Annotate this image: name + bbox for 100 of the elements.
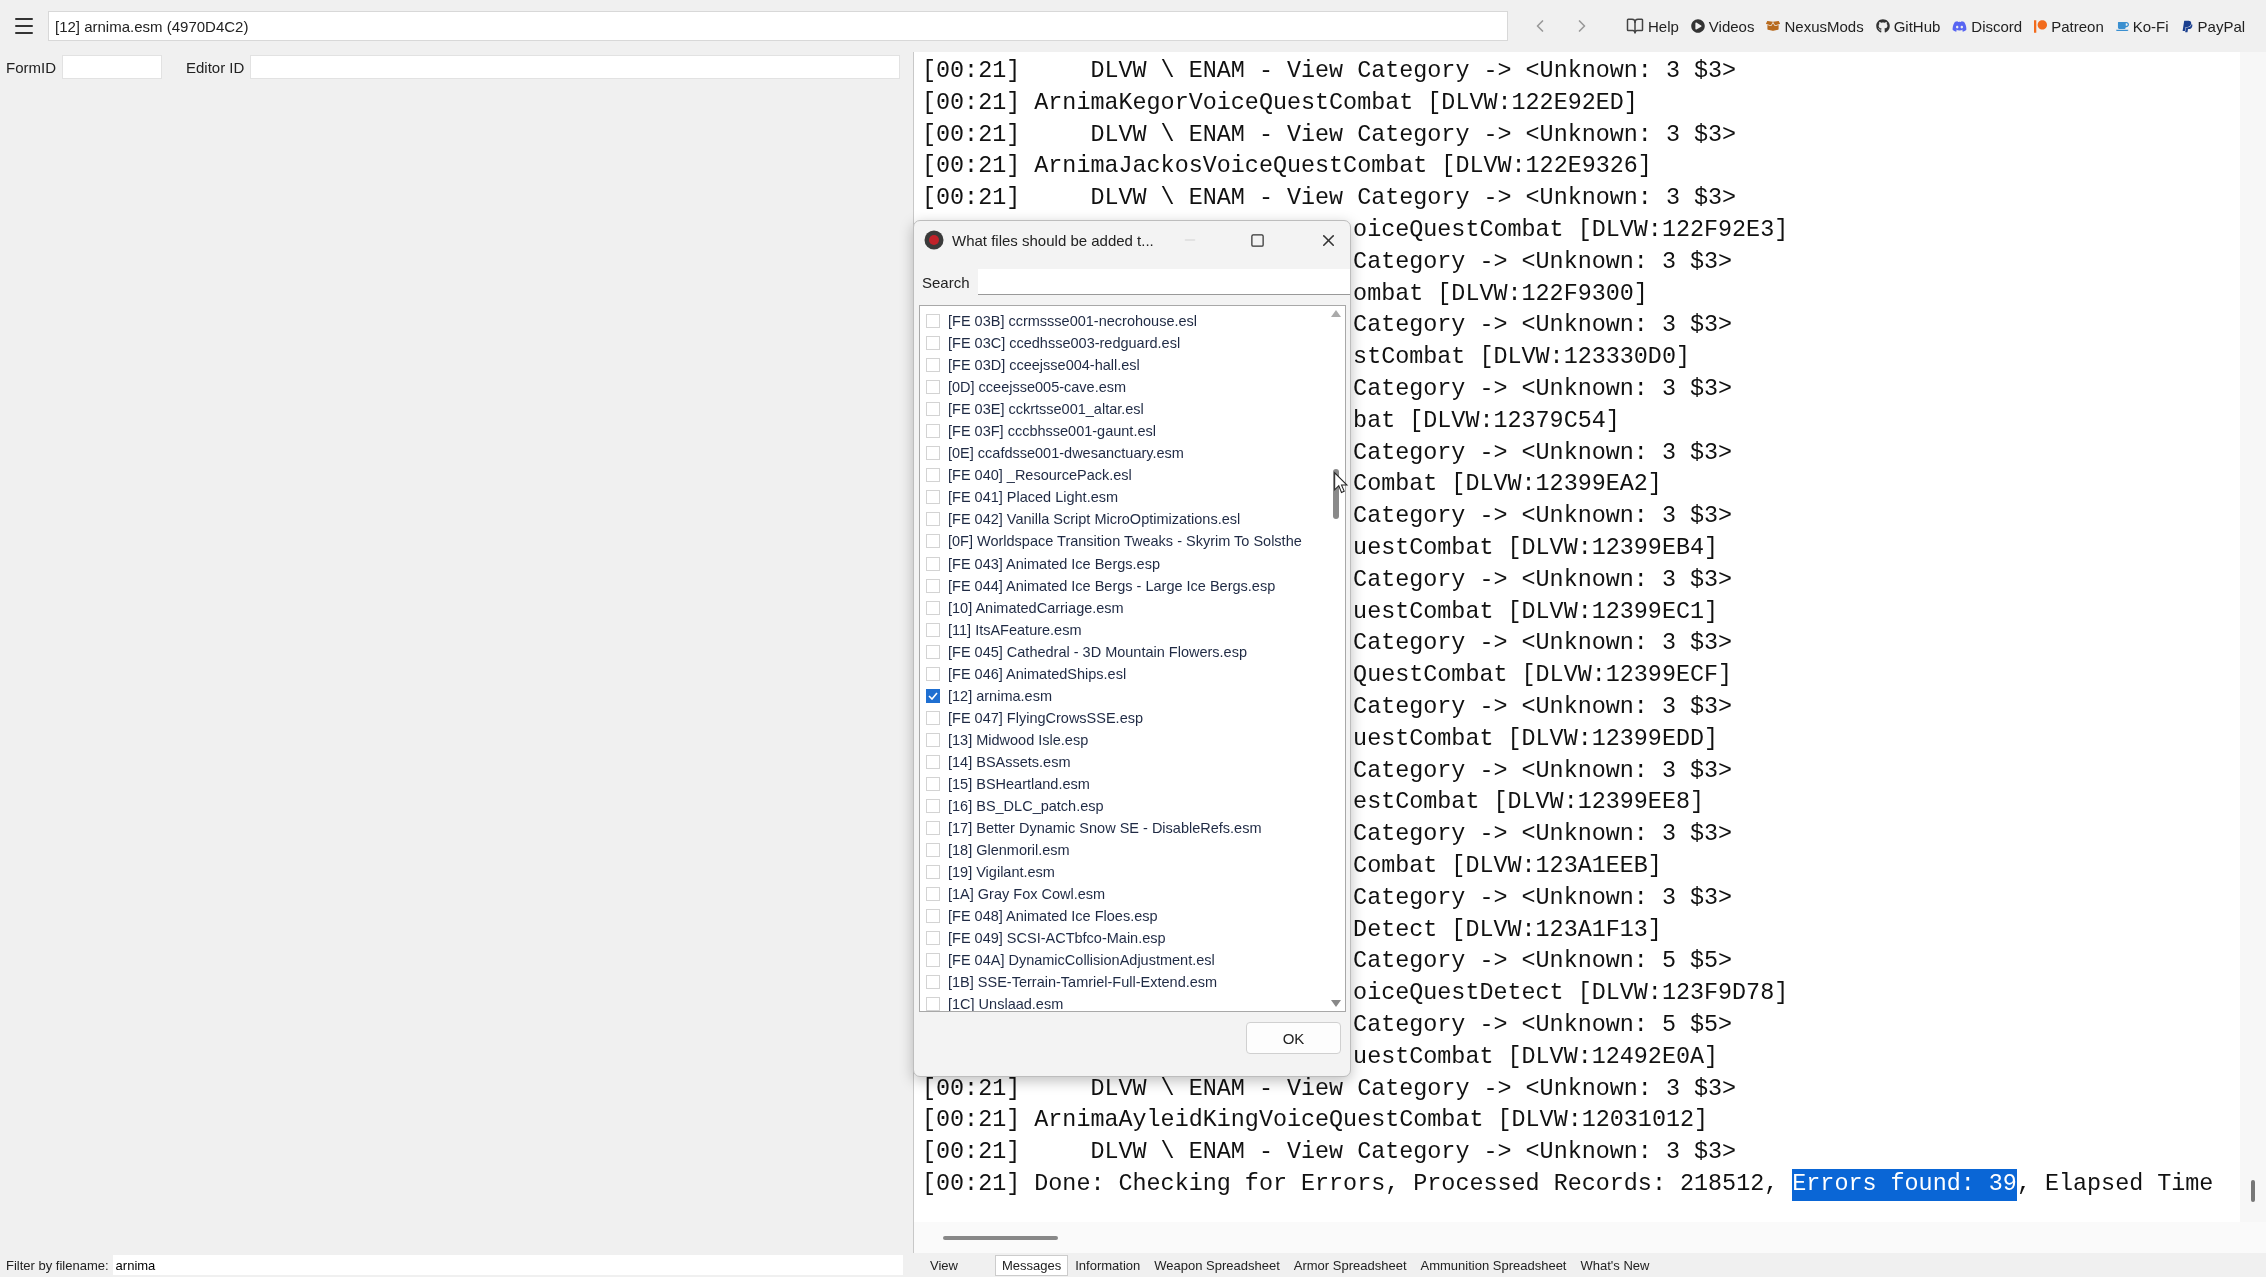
- log-line: Category -> <Unknown: 5 $5>: [1353, 1010, 1733, 1040]
- file-list-item[interactable]: [10] AnimatedCarriage.esm: [920, 596, 1327, 619]
- toolbar-link[interactable]: NexusMods: [1766, 17, 1864, 35]
- log-line: Category -> <Unknown: 3 $3>: [1353, 883, 1733, 913]
- book-icon: [1626, 17, 1644, 35]
- file-list-item[interactable]: [1B] SSE-Terrain-Tamriel-Full-Extend.esm: [920, 971, 1327, 994]
- file-list-item[interactable]: [17] Better Dynamic Snow SE - DisableRefs.esm: [920, 817, 1327, 840]
- file-list-item[interactable]: [FE 043] Animated Ice Bergs.esp: [920, 552, 1327, 575]
- file-list-item[interactable]: [0E] ccafdsse001-dwesanctuary.esm: [920, 442, 1327, 465]
- file-list-item[interactable]: [FE 044] Animated Ice Bergs - Large Ice Bergs.esp: [920, 574, 1327, 597]
- toolbar-link[interactable]: PayPal: [2180, 17, 2246, 35]
- toolbar-link[interactable]: Ko-Fi: [2115, 17, 2169, 35]
- file-list-item[interactable]: [FE 03C] ccedhsse003-redguard.esl: [920, 332, 1327, 355]
- log-line: Combat [DLVW:123A1EEB]: [1353, 851, 1662, 881]
- log-line: Category -> <Unknown: 3 $3>: [1353, 820, 1733, 850]
- tab[interactable]: View: [923, 1254, 965, 1276]
- file-list-item[interactable]: [0D] cceejsse005-cave.esm: [920, 376, 1327, 399]
- log-line: QuestCombat [DLVW:12399ECF]: [1353, 661, 1733, 691]
- log-line: [00:21] DLVW \ ENAM - View Category -> <Unknown: 3 $3>: [922, 57, 1737, 86]
- form-id-field[interactable]: [62, 55, 162, 79]
- file-list-item[interactable]: [FE 042] Vanilla Script MicroOptimizations.esl: [920, 508, 1327, 531]
- log-line: uestCombat [DLVW:12492E0A]: [1353, 1042, 1719, 1072]
- cup-icon: [2115, 19, 2129, 33]
- scrollbar-thumb[interactable]: [943, 1235, 1058, 1240]
- toolbar-link[interactable]: Videos: [1690, 17, 1755, 35]
- tab[interactable]: Ammunition Spreadsheet: [1413, 1254, 1574, 1276]
- file-list-item[interactable]: [19] Vigilant.esm: [920, 861, 1327, 884]
- file-list-item[interactable]: [11] ItsAFeature.esm: [920, 618, 1327, 641]
- log-line: estCombat [DLVW:12399EE8]: [1353, 788, 1704, 818]
- log-line: uestCombat [DLVW:12399EC1]: [1353, 597, 1719, 627]
- file-list-item[interactable]: [FE 049] SCSI-ACTbfco-Main.esp: [920, 927, 1327, 950]
- toolbar-link[interactable]: Help: [1626, 17, 1679, 35]
- file-list-item[interactable]: [FE 046] AnimatedShips.esl: [920, 662, 1327, 685]
- filter-field[interactable]: arnima: [112, 1255, 903, 1275]
- paypal-icon: [2180, 19, 2194, 33]
- file-list-item[interactable]: [FE 03E] cckrtsse001_altar.esl: [920, 398, 1327, 421]
- search-label: Search: [922, 273, 970, 291]
- log-line: Combat [DLVW:12399EA2]: [1353, 470, 1662, 500]
- file-list-item[interactable]: [1A] Gray Fox Cowl.esm: [920, 883, 1327, 906]
- log-line: Detect [DLVW:123A1F13]: [1353, 915, 1662, 945]
- record-field[interactable]: [12] arnima.esm (4970D4C2): [48, 11, 1508, 41]
- tab[interactable]: Messages: [994, 1254, 1069, 1276]
- file-list-item[interactable]: [16] BS_DLC_patch.esp: [920, 795, 1327, 818]
- log-line: [00:21] ArnimaAyleidKingVoiceQuestCombat [DLVW:12031012]: [922, 1106, 1709, 1136]
- log-line: bat [DLVW:12379C54]: [1353, 406, 1620, 436]
- file-list-item[interactable]: [14] BSAssets.esm: [920, 750, 1327, 773]
- file-list-item[interactable]: [FE 041] Placed Light.esm: [920, 486, 1327, 509]
- toolbar-link[interactable]: GitHub: [1875, 17, 1941, 35]
- file-list-item[interactable]: [FE 04A] DynamicCollisionAdjustment.esl: [920, 949, 1327, 972]
- file-list-item[interactable]: [FE 045] Cathedral - 3D Mountain Flowers.esp: [920, 640, 1327, 663]
- patreon-icon: [2034, 19, 2048, 33]
- file-list-item[interactable]: [FE 03F] cccbhsse001-gaunt.esl: [920, 420, 1327, 443]
- log-line: oiceQuestCombat [DLVW:122F92E3]: [1353, 216, 1789, 245]
- log-line: , Elapsed Time: [2016, 1169, 2214, 1199]
- scroll-down-icon[interactable]: [1331, 1000, 1341, 1007]
- file-list-item[interactable]: [FE 03B] ccrmssse001-necrohouse.esl: [920, 310, 1327, 333]
- file-list-item[interactable]: [18] Glenmoril.esm: [920, 839, 1327, 862]
- checkbox[interactable]: [926, 688, 940, 703]
- search-field[interactable]: [977, 269, 1350, 295]
- log-line: [00:21] ArnimaKegorVoiceQuestCombat [DLVW:122E92ED]: [922, 88, 1638, 118]
- box-icon: [1766, 19, 1781, 33]
- log-line: [00:21] Done: Checking for Errors, Processed Records: 218512,: [922, 1169, 1779, 1199]
- toolbar-link[interactable]: Discord: [1952, 17, 2023, 35]
- form-id-label: FormID: [6, 58, 56, 76]
- log-line: Category -> <Unknown: 3 $3>: [1353, 629, 1733, 659]
- log-line: Category -> <Unknown: 3 $3>: [1353, 565, 1733, 595]
- log-line: Category -> <Unknown: 3 $3>: [1353, 438, 1733, 468]
- log-line: [00:21] ArnimaJackosVoiceQuestCombat [DLVW:122E9326]: [922, 152, 1652, 182]
- file-list-item[interactable]: [13] Midwood Isle.esp: [920, 728, 1327, 751]
- log-line: Category -> <Unknown: 5 $5>: [1353, 947, 1733, 977]
- log-line: Category -> <Unknown: 3 $3>: [1353, 247, 1733, 277]
- log-line: oiceQuestDetect [DLVW:123F9D78]: [1353, 979, 1789, 1009]
- dialog-title: What files should be added t...: [952, 231, 1155, 249]
- play-icon: [1690, 19, 1705, 33]
- ok-button[interactable]: OK: [1246, 1022, 1341, 1054]
- log-line: Category -> <Unknown: 3 $3>: [1353, 692, 1733, 722]
- file-list-item[interactable]: [FE 047] FlyingCrowsSSE.esp: [920, 706, 1327, 729]
- file-list-item[interactable]: [FE 040] _ResourcePack.esl: [920, 464, 1327, 487]
- file-list-item[interactable]: [0F] Worldspace Transition Tweaks - Skyrim To Solsthe: [920, 530, 1327, 553]
- scroll-up-icon[interactable]: [1331, 310, 1341, 317]
- tab[interactable]: Information: [1068, 1254, 1148, 1276]
- log-line: [00:21] DLVW \ ENAM - View Category -> <Unknown: 3 $3>: [922, 1074, 1737, 1104]
- log-line: uestCombat [DLVW:12399EB4]: [1353, 533, 1719, 563]
- discord-icon: [1952, 18, 1968, 34]
- log-line: uestCombat [DLVW:12399EDD]: [1353, 724, 1719, 754]
- selected-text: Errors found: 39: [1792, 1168, 2017, 1201]
- log-line: stCombat [DLVW:123330D0]: [1353, 343, 1690, 373]
- log-line: [00:21] DLVW \ ENAM - View Category -> <Unknown: 3 $3>: [922, 120, 1737, 150]
- file-list-item[interactable]: [12] arnima.esm: [920, 684, 1327, 707]
- editor-id-field[interactable]: [250, 55, 901, 79]
- tab[interactable]: Weapon Spreadsheet: [1147, 1254, 1287, 1276]
- tab[interactable]: Armor Spreadsheet: [1286, 1254, 1414, 1276]
- file-list-item[interactable]: [FE 03D] cceejsse004-hall.esl: [920, 354, 1327, 377]
- log-line: Category -> <Unknown: 3 $3>: [1353, 374, 1733, 404]
- log-line: ombat [DLVW:122F9300]: [1353, 279, 1648, 309]
- file-list-item[interactable]: [FE 048] Animated Ice Floes.esp: [920, 905, 1327, 928]
- scrollbar-thumb[interactable]: [2251, 1180, 2255, 1202]
- file-list-item[interactable]: [15] BSHeartland.esm: [920, 773, 1327, 796]
- toolbar-link[interactable]: Patreon: [2034, 17, 2104, 35]
- tab[interactable]: What's New: [1573, 1254, 1657, 1276]
